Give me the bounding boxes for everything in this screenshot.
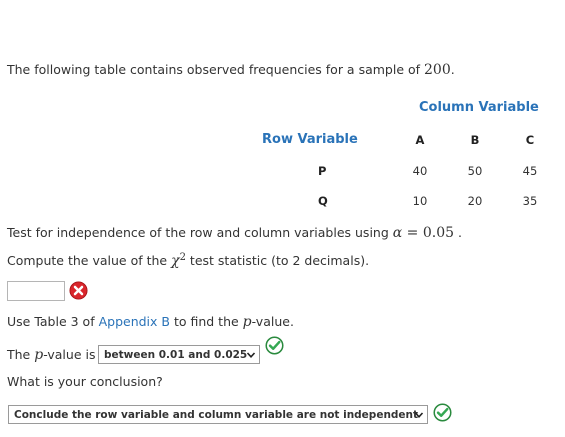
table-cell: 20 — [467, 194, 483, 208]
sample-size: 200 — [424, 62, 451, 78]
pvalue-dropdown[interactable]: between 0.01 and 0.025 — [98, 345, 260, 364]
table-cell: 45 — [522, 164, 538, 178]
check-circle-icon — [265, 336, 284, 355]
row-label-p: P — [318, 164, 327, 178]
intro-text: The following table contains observed fr… — [7, 62, 455, 78]
compute-instruction: Compute the value of the χ2 test statist… — [7, 252, 370, 270]
row-label-q: Q — [318, 194, 328, 208]
conclusion-selected: Conclude the row variable and column var… — [14, 408, 419, 421]
pvalue-label: The p-value is — [7, 347, 96, 363]
row-variable-label: Row Variable — [262, 132, 358, 147]
chevron-down-icon — [414, 411, 424, 418]
pvalue-selected: between 0.01 and 0.025 — [104, 348, 248, 361]
appendix-b-link[interactable]: Appendix B — [99, 314, 170, 329]
conclusion-question: What is your conclusion? — [7, 374, 163, 389]
column-header-b: B — [470, 133, 480, 147]
table-cell: 40 — [412, 164, 428, 178]
alpha-symbol: α — [392, 225, 403, 241]
conclusion-dropdown[interactable]: Conclude the row variable and column var… — [8, 405, 428, 424]
column-variable-label: Column Variable — [419, 100, 539, 115]
column-header-c: C — [525, 133, 535, 147]
alpha-value: 0.05 — [422, 225, 455, 241]
chi-square-answer-input[interactable] — [7, 281, 65, 301]
x-circle-icon — [69, 281, 88, 300]
table-cell: 50 — [467, 164, 483, 178]
table-reference: Use Table 3 of Appendix B to find the p-… — [7, 314, 294, 330]
chevron-down-icon — [246, 351, 256, 358]
column-header-a: A — [415, 133, 425, 147]
check-circle-icon — [433, 403, 452, 422]
table-cell: 10 — [412, 194, 428, 208]
test-instruction: Test for independence of the row and col… — [7, 225, 462, 241]
table-cell: 35 — [522, 194, 538, 208]
chi-symbol: χ — [171, 253, 180, 270]
